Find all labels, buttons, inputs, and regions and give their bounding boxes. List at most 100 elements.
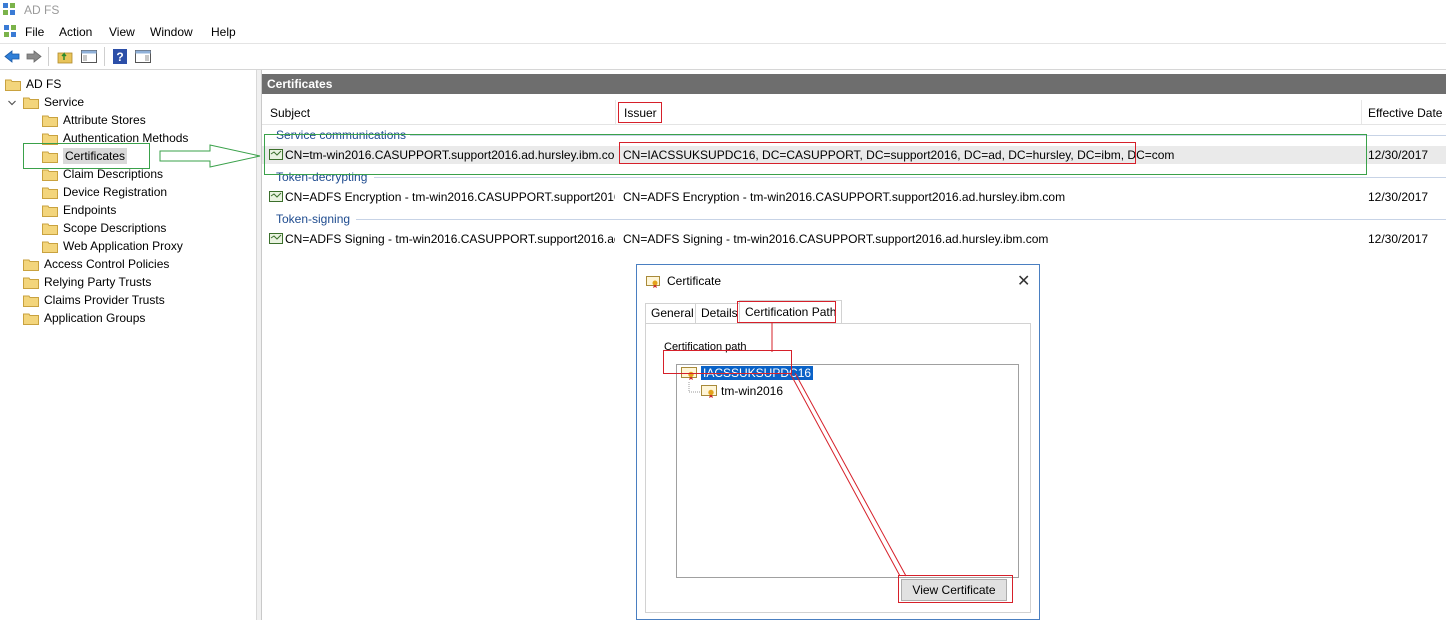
toolbar-separator: [48, 47, 49, 66]
tree-node-attribute-stores[interactable]: Attribute Stores: [42, 111, 146, 129]
group-header-token-decrypting: Token-decrypting: [276, 170, 368, 184]
tree-node-label: Scope Descriptions: [63, 221, 167, 235]
menu-window[interactable]: Window: [150, 25, 193, 39]
table-row[interactable]: CN=ADFS Encryption - tm-win2016.CASUPPOR…: [262, 188, 1446, 206]
chevron-down-icon[interactable]: [7, 98, 17, 108]
tree-node-certificates[interactable]: Certificates: [42, 147, 128, 165]
certification-path-tree[interactable]: IACSSUKSUPDC16 tm-win2016: [676, 364, 1019, 578]
cell-issuer: CN=IACSSUKSUPDC16, DC=CASUPPORT, DC=supp…: [623, 148, 1175, 162]
tab-details[interactable]: Details: [695, 303, 744, 323]
tree-node-service[interactable]: Service: [23, 93, 84, 111]
group-divider: [374, 177, 1446, 178]
menu-view[interactable]: View: [109, 25, 135, 39]
table-row[interactable]: CN=tm-win2016.CASUPPORT.support2016.ad.h…: [262, 146, 1446, 164]
certification-path-panel: Certification path IACSSUKSUPDC16 tm-win…: [645, 323, 1031, 613]
group-header-token-signing: Token-signing: [276, 212, 351, 226]
table-row[interactable]: CN=ADFS Signing - tm-win2016.CASUPPORT.s…: [262, 230, 1446, 248]
back-arrow-icon[interactable]: [3, 48, 21, 65]
tree-node-web-application-proxy[interactable]: Web Application Proxy: [42, 237, 183, 255]
folder-icon: [42, 133, 58, 145]
tree-node-scope-descriptions[interactable]: Scope Descriptions: [42, 219, 166, 237]
column-issuer[interactable]: Issuer: [624, 106, 657, 120]
console-tree: AD FS Service Attribute Stores Authentic…: [0, 70, 257, 620]
folder-icon: [42, 115, 58, 127]
tree-node-relying-party-trusts[interactable]: Relying Party Trusts: [23, 273, 151, 291]
tree-node-label: Attribute Stores: [63, 113, 146, 127]
path-node-child[interactable]: tm-win2016: [701, 384, 783, 398]
group-divider: [356, 219, 1446, 220]
certification-path-group: Certification path IACSSUKSUPDC16 tm-win…: [659, 341, 1019, 603]
tree-node-access-control-policies[interactable]: Access Control Policies: [23, 255, 169, 273]
tree-node-label: Certificates: [63, 148, 128, 164]
column-divider[interactable]: [1361, 100, 1362, 124]
view-certificate-button[interactable]: View Certificate: [901, 579, 1007, 601]
tree-connector: [688, 382, 702, 393]
pane-title: Certificates: [262, 74, 1446, 94]
show-hide-console-tree-icon[interactable]: [80, 48, 98, 65]
tree-node-claim-descriptions[interactable]: Claim Descriptions: [42, 165, 163, 183]
certificate-icon: [646, 276, 660, 288]
tree-node-label: AD FS: [26, 77, 62, 91]
certificate-icon: [681, 367, 697, 380]
menu-bar: File Action View Window Help: [0, 21, 1446, 42]
tree-node-label: Web Application Proxy: [63, 239, 183, 253]
folder-icon: [42, 151, 58, 163]
folder-icon: [23, 313, 39, 325]
column-divider[interactable]: [615, 100, 616, 124]
folder-icon: [23, 259, 39, 271]
folder-icon: [42, 187, 58, 199]
tree-node-label: Application Groups: [44, 311, 146, 325]
menu-file[interactable]: File: [25, 25, 44, 39]
tree-node-label: Endpoints: [63, 203, 117, 217]
folder-icon: [23, 295, 39, 307]
cell-subject: CN=ADFS Encryption - tm-win2016.CASUPPOR…: [285, 190, 615, 204]
certificate-icon: [269, 149, 283, 160]
folder-icon: [42, 241, 58, 253]
toolbar: ?: [0, 43, 1446, 70]
cell-issuer: CN=ADFS Signing - tm-win2016.CASUPPORT.s…: [623, 232, 1049, 246]
tree-node-label: Claim Descriptions: [63, 167, 164, 181]
cell-effective-date: 12/30/2017: [1368, 190, 1429, 204]
folder-icon: [42, 205, 58, 217]
column-effective-date[interactable]: Effective Date: [1368, 106, 1442, 120]
path-node-label: tm-win2016: [721, 384, 784, 398]
tree-node-label: Authentication Methods: [63, 131, 189, 145]
close-icon[interactable]: ✕: [1017, 271, 1030, 291]
up-folder-icon[interactable]: [56, 48, 74, 65]
cell-issuer: CN=ADFS Encryption - tm-win2016.CASUPPOR…: [623, 190, 1066, 204]
path-node-label: IACSSUKSUPDC16: [701, 366, 814, 380]
adfs-menu-icon[interactable]: [2, 23, 18, 39]
cell-effective-date: 12/30/2017: [1368, 232, 1429, 246]
show-hide-action-pane-icon[interactable]: [134, 48, 152, 65]
forward-arrow-icon[interactable]: [25, 48, 43, 65]
svg-text:?: ?: [116, 50, 123, 64]
menu-action[interactable]: Action: [59, 25, 92, 39]
tab-general[interactable]: General: [645, 303, 700, 323]
tree-node-endpoints[interactable]: Endpoints: [42, 201, 116, 219]
tree-node-label: Device Registration: [63, 185, 168, 199]
certificate-icon: [701, 385, 717, 398]
toolbar-separator: [104, 47, 105, 66]
tree-node-adfs[interactable]: AD FS: [5, 75, 61, 93]
help-icon[interactable]: ?: [111, 48, 129, 65]
menu-help[interactable]: Help: [211, 25, 236, 39]
dialog-title: Certificate: [667, 274, 722, 288]
folder-icon: [23, 97, 39, 109]
column-header-row: Subject Issuer Effective Date: [262, 100, 1446, 125]
tab-certification-path[interactable]: Certification Path: [739, 300, 843, 323]
group-label: Certification path: [662, 341, 749, 353]
window-title: AD FS: [24, 3, 60, 17]
column-subject[interactable]: Subject: [270, 106, 310, 120]
certificate-icon: [269, 191, 283, 202]
adfs-icon: [3, 3, 15, 15]
tree-node-label: Access Control Policies: [44, 257, 170, 271]
tree-node-label: Service: [44, 95, 85, 109]
tree-node-label: Claims Provider Trusts: [44, 293, 165, 307]
tree-node-device-registration[interactable]: Device Registration: [42, 183, 167, 201]
group-header-service-communications: Service communications: [276, 128, 407, 142]
folder-icon: [23, 277, 39, 289]
tree-node-claims-provider-trusts[interactable]: Claims Provider Trusts: [23, 291, 165, 309]
tree-node-application-groups[interactable]: Application Groups: [23, 309, 145, 327]
tree-node-authentication-methods[interactable]: Authentication Methods: [42, 129, 188, 147]
path-node-root[interactable]: IACSSUKSUPDC16: [681, 366, 814, 380]
